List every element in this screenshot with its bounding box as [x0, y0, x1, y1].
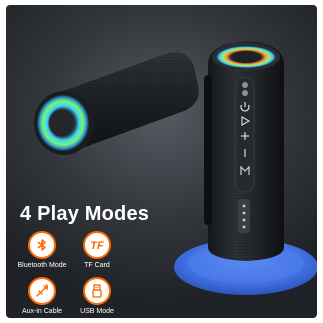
speaker-scene — [34, 41, 317, 295]
mode-usb: USB Mode — [65, 277, 129, 317]
mode-label: USB Mode — [80, 308, 114, 315]
usb-icon — [83, 277, 111, 305]
tf-card-icon: TF — [83, 231, 111, 259]
headline: 4 Play Modes — [20, 203, 150, 225]
svg-text:TF: TF — [90, 240, 104, 252]
product-image: 4 Play Modes Bluetooth Mode TF TF Card A… — [0, 0, 323, 323]
mode-label: TF Card — [84, 262, 110, 269]
bluetooth-icon — [28, 231, 56, 259]
strap — [204, 75, 212, 225]
mode-tf-card: TF TF Card — [65, 231, 129, 271]
aux-cable-icon — [28, 277, 56, 305]
product-card: 4 Play Modes Bluetooth Mode TF TF Card A… — [6, 5, 317, 318]
lying-speaker — [34, 52, 199, 155]
